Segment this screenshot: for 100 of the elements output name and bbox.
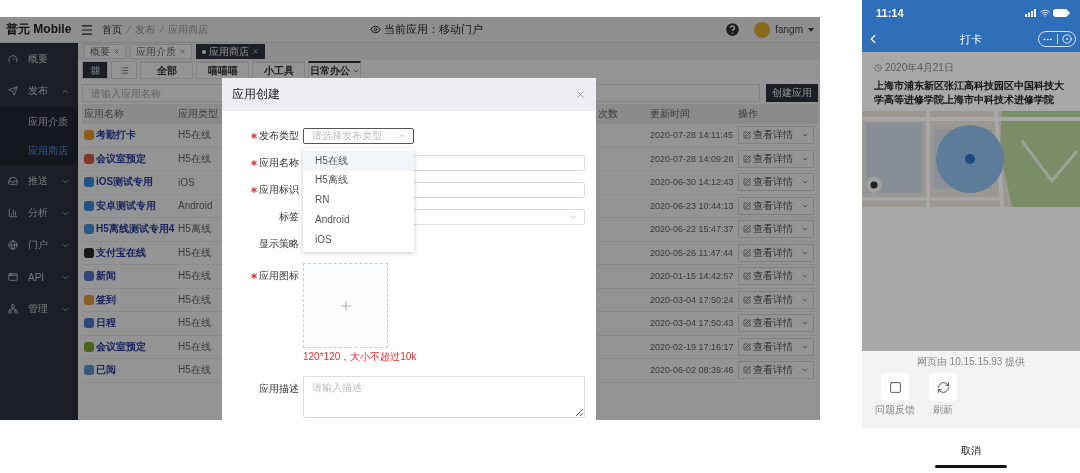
view-details-button[interactable]: 查看详情	[738, 220, 814, 239]
edit-icon	[743, 319, 751, 328]
inbox-icon	[8, 176, 18, 186]
app-name-link[interactable]: 会议室预定	[82, 339, 176, 354]
table-cell-text: H5在线	[177, 245, 212, 260]
upload-button[interactable]	[303, 263, 388, 348]
grid-icon	[90, 65, 100, 75]
sidebar-subitem[interactable]: 应用商店	[0, 136, 78, 165]
app-name-link[interactable]: 支付宝在线	[82, 245, 176, 260]
table-cell-text: Android	[177, 200, 214, 212]
sidebar-item[interactable]: 门户	[0, 229, 78, 261]
required-icon	[251, 132, 257, 139]
field-label: 发布类型	[259, 128, 299, 143]
sheet-action-button[interactable]: 问题反馈	[875, 373, 915, 417]
page-tab[interactable]: 概要	[84, 44, 126, 59]
app-icon	[84, 130, 94, 141]
view-details-button[interactable]: 查看详情	[738, 337, 814, 356]
page-tab[interactable]: 应用介质	[130, 44, 192, 59]
table-cell-text: 2020-07-28 14:11:45	[650, 130, 734, 141]
column-header: 操作	[738, 107, 759, 121]
app-name-link[interactable]: 日程	[82, 316, 176, 331]
view-details-button[interactable]: 查看详情	[738, 290, 814, 309]
menu-button[interactable]	[80, 22, 94, 37]
dropdown-option[interactable]: H5在线	[303, 151, 414, 171]
address-text: 上海市浦东新区张江高科技园区中国科技大学高等进修学院上海市中科技术进修学院	[873, 79, 1065, 107]
battery-icon	[1053, 9, 1070, 17]
view-details-button[interactable]: 查看详情	[738, 314, 814, 333]
view-details-button[interactable]: 查看详情	[738, 173, 814, 192]
table-cell-text: H5在线	[177, 363, 212, 378]
status-time: 11:14	[876, 7, 904, 19]
sidebar-item[interactable]: 推送	[0, 165, 78, 197]
dropdown-option[interactable]: H5离线	[303, 170, 414, 191]
sidebar-subitem[interactable]: 应用介质	[0, 107, 78, 136]
sidebar-item[interactable]: 概要	[0, 43, 78, 75]
app-icon	[84, 271, 94, 282]
app-icon	[84, 341, 94, 352]
bar-chart-icon	[8, 208, 18, 218]
sidebar-item[interactable]: 分析	[0, 197, 78, 229]
help-icon[interactable]	[724, 21, 742, 38]
column-header: 次数	[598, 107, 619, 121]
category-tab[interactable]: 嘻嘻嘻	[196, 61, 249, 79]
cancel-button[interactable]: 取消	[961, 444, 981, 458]
app-icon	[84, 318, 94, 329]
app-name-link[interactable]: 会议室预定	[82, 151, 176, 166]
grid-view-button[interactable]	[82, 61, 108, 79]
list-icon	[119, 65, 129, 75]
view-details-button[interactable]: 查看详情	[738, 243, 814, 262]
app-name-link[interactable]: 已阅	[82, 363, 176, 378]
close-icon[interactable]	[113, 48, 120, 55]
dropdown-option[interactable]: RN	[303, 190, 414, 210]
breadcrumb-link[interactable]: 首页	[102, 22, 122, 37]
edit-icon	[743, 295, 751, 304]
view-details-button[interactable]: 查看详情	[738, 149, 814, 168]
view-details-button[interactable]: 查看详情	[738, 361, 814, 380]
view-details-button[interactable]: 查看详情	[738, 196, 814, 215]
app-icon	[84, 224, 94, 235]
app-name-link[interactable]: 新闻	[82, 269, 176, 284]
edit-icon	[743, 272, 751, 281]
column-header: 应用名称	[83, 107, 125, 121]
globe-icon	[8, 240, 18, 250]
table-cell-text: H5在线	[177, 339, 212, 354]
view-details-button[interactable]: 查看详情	[738, 126, 814, 145]
close-button[interactable]	[1062, 34, 1072, 44]
required-icon	[251, 186, 257, 193]
close-icon[interactable]	[179, 48, 186, 55]
app-icon	[84, 153, 94, 164]
app-name-link[interactable]: iOS测试专用	[82, 175, 176, 190]
table-cell-text: 2020-06-30 14:12:43	[650, 177, 735, 188]
sidebar-item[interactable]: 管理	[0, 293, 78, 325]
field-label: 应用图标	[259, 269, 299, 283]
app-name-link[interactable]: 签到	[82, 292, 176, 307]
dropdown-option[interactable]: Android	[303, 209, 414, 230]
app-name-link[interactable]: 安卓测试专用	[82, 198, 176, 213]
app-name-link[interactable]: H5离线测试专用4	[82, 222, 176, 237]
create-app-button[interactable]: 创建应用	[766, 84, 818, 102]
view-details-button[interactable]: 查看详情	[738, 267, 814, 286]
table-cell-text: 2020-06-22 15:47:37	[650, 224, 735, 235]
close-icon	[575, 89, 586, 100]
sidebar-item[interactable]: 发布	[0, 75, 78, 107]
user-name[interactable]: fangm	[775, 24, 803, 35]
category-tab[interactable]: 小工具	[252, 61, 305, 79]
caret-icon	[808, 27, 814, 32]
field-label: 显示策略	[259, 236, 299, 251]
edit-icon	[743, 248, 751, 257]
page-tab[interactable]: 应用商店	[196, 44, 265, 59]
table-cell-text: 2020-03-04 17:50:24	[650, 294, 735, 305]
category-tab[interactable]: 全部	[140, 61, 193, 79]
dropdown-option[interactable]: iOS	[303, 229, 414, 249]
close-button[interactable]	[575, 89, 586, 100]
table-cell-text: 2020-02-19 17:16:17	[650, 341, 735, 352]
table-cell-text: H5在线	[177, 151, 212, 166]
category-tab[interactable]: 日常办公	[308, 61, 361, 79]
menu-icon	[80, 22, 94, 37]
signal-icon	[1025, 9, 1037, 17]
sidebar-item[interactable]: API	[0, 261, 78, 293]
app-name-link[interactable]: 考勤打卡	[82, 128, 176, 143]
app-icon	[84, 365, 94, 376]
list-view-button[interactable]	[111, 61, 137, 79]
description-field[interactable]: 请输入描述	[303, 376, 585, 418]
table-cell-text: H5在线	[177, 128, 212, 143]
